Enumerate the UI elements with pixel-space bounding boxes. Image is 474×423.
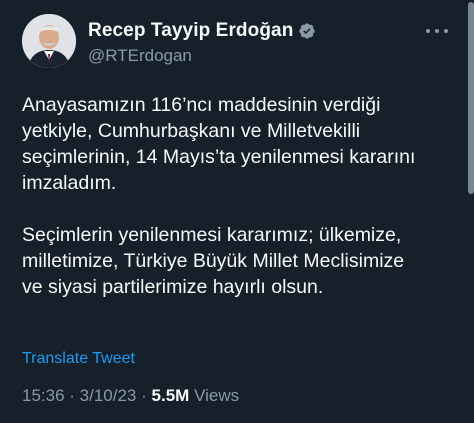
text-line: Seçimlerin yenilenmesi kararımız; ülkemi… — [22, 224, 402, 246]
separator: · — [141, 386, 152, 405]
text-line: yetkiyle, Cumhurbaşkanı ve Milletvekilli — [22, 120, 361, 142]
avatar[interactable] — [22, 14, 76, 68]
tweet-header: Recep Tayyip Erdoğan @RTErdogan — [22, 14, 452, 72]
author-handle[interactable]: @RTErdogan — [88, 46, 316, 66]
author-names: Recep Tayyip Erdoğan @RTErdogan — [88, 18, 316, 66]
scrollbar[interactable] — [468, 2, 474, 194]
text-line: Anayasamızın 116’ncı maddesinin verdiği — [22, 94, 381, 116]
views-label: Views — [194, 386, 240, 405]
tweet-text: Anayasamızın 116’ncı maddesinin verdiği … — [22, 92, 452, 300]
text-line: imzaladım. — [22, 172, 117, 194]
dot-icon — [444, 29, 448, 33]
tweet-time[interactable]: 15:36 — [22, 386, 65, 405]
tweet-card: Recep Tayyip Erdoğan @RTErdogan Anayasam… — [0, 0, 474, 423]
verified-badge-icon[interactable] — [298, 22, 316, 40]
name-row: Recep Tayyip Erdoğan — [88, 18, 316, 44]
profile-photo-icon — [22, 14, 76, 68]
tweet-date[interactable]: 3/10/23 — [80, 386, 137, 405]
dot-icon — [435, 29, 439, 33]
display-name[interactable]: Recep Tayyip Erdoğan — [88, 20, 293, 42]
views-count: 5.5M — [151, 386, 190, 405]
text-line: milletimize, Türkiye Büyük Millet Meclis… — [22, 250, 405, 272]
tweet-paragraph-2: Seçimlerin yenilenmesi kararımız; ülkemi… — [22, 222, 452, 300]
tweet-paragraph-1: Anayasamızın 116’ncı maddesinin verdiği … — [22, 92, 452, 196]
more-options-icon[interactable] — [426, 24, 448, 38]
text-line: ve siyasi partilerimize hayırlı olsun. — [22, 276, 324, 298]
tweet-meta: 15:36 · 3/10/23 · 5.5M Views — [22, 386, 239, 406]
separator: · — [69, 386, 80, 405]
translate-tweet-link[interactable]: Translate Tweet — [22, 350, 135, 368]
text-line: seçimlerinin, 14 Mayıs’ta yenilenmesi ka… — [22, 146, 416, 168]
dot-icon — [426, 29, 430, 33]
